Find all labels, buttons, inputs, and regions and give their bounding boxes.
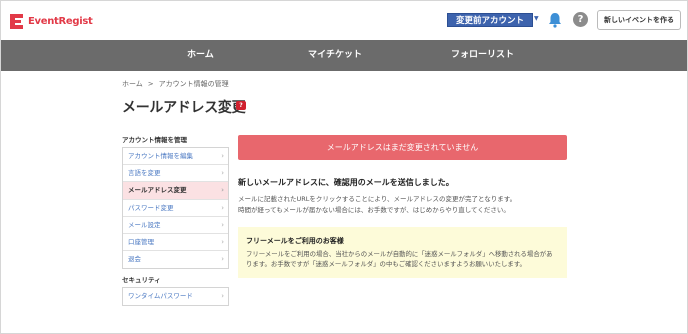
chevron-right-icon: › [221, 152, 224, 160]
account-settings-heading: アカウント情報を管理 [122, 136, 187, 144]
sidebar-item-label: パスワード変更 [128, 203, 174, 212]
page-frame: EventRegist 変更前アカウント ▼ ? 新しいイベントを作る ホーム … [0, 0, 688, 334]
account-menu-button[interactable]: 変更前アカウント [447, 13, 533, 27]
breadcrumb: ホーム > アカウント情報の管理 [122, 79, 229, 89]
help-icon[interactable]: ? [573, 12, 588, 27]
nav-item-my-tickets[interactable]: マイチケット [308, 40, 362, 71]
sidebar-item-label: メール設定 [128, 220, 161, 229]
message-line: 時間が経ってもメールが届かない場合には、お手数ですが、はじめからやり直してくださ… [238, 205, 510, 214]
sidebar-item-label: ワンタイムパスワード [128, 292, 193, 300]
main-nav: ホーム マイチケット フォローリスト [1, 40, 687, 71]
sidebar-item-one-time-password[interactable]: ワンタイムパスワード › [123, 288, 228, 305]
chevron-right-icon: › [221, 255, 224, 264]
breadcrumb-separator: > [147, 80, 154, 88]
create-event-button[interactable]: 新しいイベントを作る [597, 10, 681, 30]
nav-item-follow-list[interactable]: フォローリスト [451, 40, 514, 71]
notice-line: ります。お手数ですが「迷惑メールフォルダ」の中もご確認くださいますようお願いいた… [246, 260, 526, 268]
sidebar-item-label: 言語を変更 [128, 169, 161, 178]
security-heading: セキュリティ [122, 276, 161, 284]
sidebar-item-change-email[interactable]: メールアドレス変更 › [123, 182, 228, 200]
notice-title: フリーメールをご利用のお客様 [246, 237, 344, 245]
breadcrumb-current: アカウント情報の管理 [158, 80, 229, 88]
bell-icon[interactable] [548, 12, 562, 28]
status-alert: メールアドレスはまだ変更されていません [238, 135, 567, 160]
account-settings-menu: アカウント情報を編集 › 言語を変更 › メールアドレス変更 › パスワード変更 › メ… [122, 147, 229, 270]
sidebar-item-language[interactable]: 言語を変更 › [123, 165, 228, 183]
breadcrumb-home[interactable]: ホーム [122, 80, 143, 88]
sidebar-item-mail-settings[interactable]: メール設定 › [123, 217, 228, 234]
message-body: メールに記載されたURLをクリックすることにより、メールアドレスの変更が完了とな… [238, 194, 568, 215]
sidebar-item-label: メールアドレス変更 [128, 186, 187, 195]
logo-text: EventRegist [28, 15, 93, 27]
sidebar-item-label: 退会 [128, 255, 141, 264]
security-menu: ワンタイムパスワード › [122, 287, 229, 307]
sidebar-item-label: アカウント情報を編集 [128, 152, 193, 160]
sidebar-item-bank-accounts[interactable]: 口座管理 › [123, 234, 228, 252]
free-mail-notice: フリーメールをご利用のお客様 フリーメールをご利用の場合、当社からのメールが自動… [238, 227, 567, 278]
message-title: 新しいメールアドレスに、確認用のメールを送信しました。 [238, 178, 454, 187]
sidebar-item-withdraw[interactable]: 退会 › [123, 251, 228, 268]
notice-line: フリーメールをご利用の場合、当社からのメールが自動的に「迷惑メールフォルダ」へ移… [246, 250, 553, 258]
logo[interactable]: EventRegist [8, 12, 93, 30]
chevron-right-icon: › [221, 292, 224, 300]
message-line: メールに記載されたURLをクリックすることにより、メールアドレスの変更が完了とな… [238, 195, 517, 203]
sidebar-item-change-password[interactable]: パスワード変更 › [123, 200, 228, 217]
chevron-down-icon[interactable]: ▼ [534, 15, 539, 22]
help-badge-icon[interactable]: ? [236, 101, 246, 110]
notice-body: フリーメールをご利用の場合、当社からのメールが自動的に「迷惑メールフォルダ」へ移… [246, 249, 559, 269]
page-title: メールアドレス変更 [122, 100, 246, 116]
nav-item-home[interactable]: ホーム [187, 40, 214, 71]
sidebar-item-label: 口座管理 [128, 237, 154, 246]
chevron-right-icon: › [221, 220, 224, 229]
chevron-right-icon: › [221, 169, 224, 178]
top-header: EventRegist 変更前アカウント ▼ ? 新しいイベントを作る [1, 1, 687, 40]
chevron-right-icon: › [221, 186, 224, 195]
chevron-right-icon: › [221, 203, 224, 212]
chevron-right-icon: › [221, 237, 224, 246]
eventregist-logo-icon [10, 13, 23, 29]
sidebar-item-edit-account[interactable]: アカウント情報を編集 › [123, 148, 228, 166]
